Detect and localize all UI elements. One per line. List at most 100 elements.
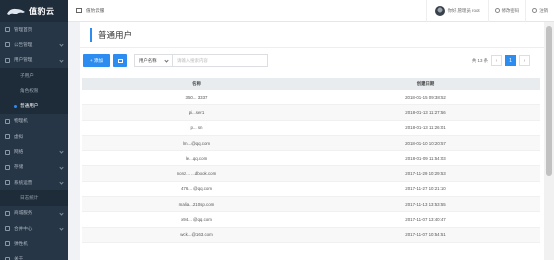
- table-row[interactable]: le...qq.com 2018-01-09 11:54:03: [82, 151, 540, 167]
- sidebar-item[interactable]: 日志统计: [0, 190, 68, 206]
- sidebar-item[interactable]: 存储: [0, 160, 68, 175]
- sidebar-item[interactable]: 关于: [0, 251, 68, 260]
- settings-icon: [5, 180, 10, 186]
- cell-created: 2017-11-29 10:29:53: [405, 171, 446, 177]
- bullet-icon: [14, 89, 17, 92]
- batch-action-button[interactable]: [113, 54, 127, 67]
- table-row[interactable]: 350... 3337 2018-01-15 09:38:52: [82, 90, 540, 106]
- cell-created: 2018-01-15 09:38:52: [405, 94, 446, 100]
- cell-name: malia...210sp.com: [178, 201, 215, 207]
- sidebar-item[interactable]: 管理首页: [0, 22, 68, 37]
- users-icon: [5, 57, 10, 63]
- sidebar-item-label: 子用户: [20, 72, 34, 78]
- bullet-icon: [14, 196, 17, 199]
- column-header-name[interactable]: 名称: [82, 78, 311, 90]
- checkbox-icon: [117, 58, 123, 63]
- sidebar-item[interactable]: 系统运营: [0, 175, 68, 190]
- table-row[interactable]: pi...ser1 2018-01-13 11:27:56: [82, 105, 540, 121]
- sidebar-item[interactable]: 物理机: [0, 114, 68, 129]
- cloud-icon: [5, 134, 10, 140]
- main-content: 普通用户 + 添加 用户名称 请输入搜索内容 共 13 条 ‹ 1 › 名称 创…: [80, 22, 544, 260]
- elastic-icon: [5, 241, 10, 247]
- user-greeting: 你好,管理员 root: [447, 7, 480, 13]
- chevron-down-icon: [59, 226, 64, 231]
- chevron-down-icon: [59, 42, 64, 47]
- topbar-actions: 你好,管理员 root 修改密码 注销: [425, 0, 554, 22]
- sidebar-item[interactable]: 普通用户: [0, 98, 68, 114]
- cell-created: 2018-01-13 11:27:56: [405, 109, 446, 115]
- sidebar-item-label: 物理机: [14, 118, 28, 124]
- total-count: 共 13 条: [471, 57, 488, 63]
- sidebar-item[interactable]: 合并中心: [0, 221, 68, 236]
- logout-link[interactable]: 注销: [525, 0, 554, 22]
- cell-name: 350... 3337: [185, 94, 208, 100]
- sidebar-nav: 管理首页公告管理用户管理子用户角色权限普通用户物理机虚拟网络存储系统运营日志统计…: [0, 22, 68, 260]
- table-row[interactable]: x94... @qq.com 2017-11-07 13:40:47: [82, 212, 540, 228]
- scrollbar-thumb[interactable]: [546, 26, 552, 176]
- breadcrumb[interactable]: 值豹云服: [86, 8, 104, 14]
- search-input[interactable]: 请输入搜索内容: [173, 54, 268, 67]
- sidebar-item-label: 角色权限: [20, 87, 39, 93]
- table-row[interactable]: wck...@163.com 2017-11-07 10:54:51: [82, 227, 540, 243]
- cell-name: x94... @qq.com: [181, 217, 212, 223]
- cell-created: 2018-01-13 11:26:01: [405, 125, 446, 131]
- sidebar-item-label: 管理首页: [14, 26, 33, 32]
- page-title: 普通用户: [90, 28, 132, 42]
- sidebar-item[interactable]: 弹性机: [0, 236, 68, 251]
- sidebar-item[interactable]: 用户管理: [0, 53, 68, 68]
- sidebar-item[interactable]: 子用户: [0, 67, 68, 84]
- logo-text: 值豹云: [29, 6, 55, 16]
- table-row[interactable]: nonz... ...dbook.com 2017-11-29 10:29:53: [82, 166, 540, 182]
- table-row[interactable]: p... sn 2018-01-13 11:26:01: [82, 121, 540, 136]
- sidebar-item[interactable]: 商城服务: [0, 206, 68, 221]
- user-menu[interactable]: 你好,管理员 root: [425, 0, 488, 22]
- topbar: 值豹云服 你好,管理员 root 修改密码 注销: [68, 0, 554, 22]
- sidebar-item-label: 存储: [14, 164, 24, 170]
- column-header-created[interactable]: 创建日期: [311, 78, 540, 90]
- page-1-button[interactable]: 1: [505, 55, 516, 66]
- leopard-logo-icon: [7, 8, 25, 15]
- sidebar-item-label: 普通用户: [20, 103, 39, 109]
- logo[interactable]: 值豹云: [0, 0, 68, 22]
- toolbar: + 添加 用户名称 请输入搜索内容 共 13 条 ‹ 1 ›: [80, 54, 544, 68]
- change-password-link[interactable]: 修改密码: [487, 0, 526, 22]
- table-header: 名称 创建日期: [82, 78, 540, 90]
- sidebar-item-label: 商城服务: [14, 210, 33, 216]
- chevron-down-icon: [59, 165, 64, 170]
- cell-created: 2017-11-27 10:21:10: [405, 186, 446, 192]
- table-row[interactable]: malia...210sp.com 2017-11-13 13:53:55: [82, 197, 540, 213]
- storage-icon: [5, 164, 10, 170]
- sidebar-item-label: 公告管理: [14, 41, 33, 47]
- cell-created: 2017-11-13 13:53:55: [405, 201, 446, 207]
- table-row[interactable]: lm...@qq.com 2018-01-10 10:20:57: [82, 135, 540, 152]
- sidebar-item[interactable]: 角色权限: [0, 83, 68, 99]
- search-field-select[interactable]: 用户名称: [134, 54, 173, 67]
- sidebar-item-label: 日志统计: [20, 194, 39, 200]
- table-row[interactable]: 476... @qq.com 2017-11-27 10:21:10: [82, 182, 540, 198]
- cell-name: wck...@163.com: [180, 232, 213, 238]
- cell-created: 2017-11-07 13:40:47: [405, 217, 446, 223]
- add-user-button[interactable]: + 添加: [83, 54, 110, 67]
- cell-name: le...qq.com: [185, 155, 208, 161]
- table-body: 350... 3337 2018-01-15 09:38:52 pi...ser1 2…: [82, 90, 540, 243]
- sidebar-item-label: 合并中心: [14, 225, 33, 231]
- cell-created: 2018-01-10 10:20:57: [405, 140, 446, 146]
- home-icon[interactable]: [76, 8, 82, 13]
- pagination: 共 13 条 ‹ 1 ›: [472, 54, 530, 67]
- prev-page-button[interactable]: ‹: [491, 55, 502, 66]
- cell-name: 476... @qq.com: [180, 186, 213, 192]
- merge-icon: [5, 226, 10, 231]
- info-icon: [5, 256, 10, 260]
- cell-name: p... sn: [190, 125, 203, 131]
- scrollbar[interactable]: [544, 22, 554, 260]
- sidebar-item[interactable]: 虚拟: [0, 129, 68, 144]
- sidebar-item[interactable]: 公告管理: [0, 37, 68, 52]
- next-page-button[interactable]: ›: [519, 55, 530, 66]
- divider: [80, 47, 544, 48]
- bullet-icon: [14, 104, 17, 108]
- sidebar-item[interactable]: 网络: [0, 144, 68, 159]
- chevron-down-icon: [164, 57, 169, 63]
- server-icon: [5, 118, 10, 124]
- cell-name: lm...@qq.com: [182, 140, 211, 146]
- sidebar-item-label: 虚拟: [14, 133, 24, 139]
